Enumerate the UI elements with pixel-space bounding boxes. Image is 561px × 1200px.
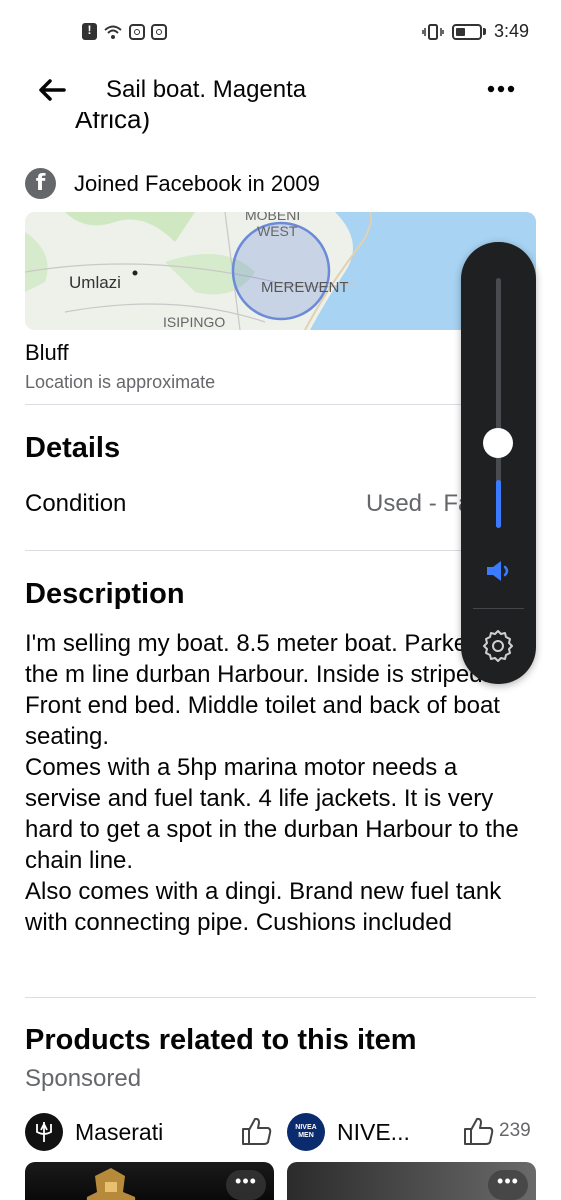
more-horizontal-icon [487,85,515,93]
product-card-nivea[interactable]: NIVEA MEN NIVE... 239 ••• [287,1110,537,1200]
location-map[interactable]: MOBENI WEST MEREWENT Umlazi ISIPINGO [25,212,536,330]
instagram-icon [151,23,167,40]
wifi-icon [104,25,122,39]
divider [25,550,536,551]
back-button[interactable] [30,72,74,108]
map-label-merewent: MEREWENT [261,279,349,296]
back-arrow-icon [39,79,66,101]
description-title: Description [25,578,185,610]
details-title: Details [25,432,121,464]
page-title: Sail boat. Magenta [106,76,307,103]
status-time: 3:49 [493,21,529,41]
gear-icon[interactable] [480,628,516,664]
instagram-icon [129,23,145,40]
status-right: 3:49 [422,21,529,42]
app-header: Sail boat. Magenta [0,64,561,116]
brand-row: Maserati [25,1110,275,1154]
facebook-icon: f [25,168,56,199]
volume-slider-thumb[interactable] [483,428,513,458]
like-button[interactable] [241,1116,277,1146]
speaker-icon[interactable] [484,558,514,584]
location-name: Bluff [25,340,69,365]
condition-label: Condition [25,490,127,517]
divider [473,608,524,609]
more-horizontal-icon[interactable]: ••• [226,1170,266,1200]
volume-level [496,480,501,528]
related-products-title: Products related to this item [25,1024,417,1056]
divider [25,404,536,405]
status-left-icons: ! [82,23,167,40]
more-horizontal-icon[interactable]: ••• [488,1170,528,1200]
location-approximate-note: Location is approximate [25,372,216,392]
joined-text: Joined Facebook in 2009 [74,170,320,196]
product-image[interactable]: ••• [25,1162,274,1200]
like-count: 239 [499,1120,531,1141]
volume-slider[interactable] [496,278,501,528]
nivea-logo: NIVEA MEN [287,1113,325,1151]
alert-icon: ! [82,23,97,40]
status-bar: ! 3:49 [0,0,561,64]
divider [25,997,536,998]
product-card-maserati[interactable]: Maserati ••• [25,1110,275,1200]
description-text: I'm selling my boat. 8.5 meter boat. Par… [25,630,519,936]
brand-name: Maserati [75,1118,164,1145]
map-graphic: MOBENI WEST MEREWENT Umlazi ISIPINGO [25,212,536,330]
vibrate-icon [422,23,444,40]
like-button[interactable]: 239 [463,1116,531,1146]
map-label-mobeni: MOBENI [245,212,300,223]
joined-facebook-row: f Joined Facebook in 2009 [25,168,320,199]
more-options-button[interactable] [481,74,521,104]
map-label-umlazi: Umlazi [69,273,121,292]
thumbs-up-icon [242,1117,272,1145]
product-image[interactable]: ••• [287,1162,536,1200]
maserati-logo [25,1113,63,1151]
battery-icon [451,23,486,40]
brand-name: NIVE... [337,1118,410,1145]
volume-panel [461,242,536,684]
map-label-isipingo: ISIPINGO [163,314,225,330]
seller-location-text: Africa) [75,112,151,134]
thumbs-up-icon [464,1117,494,1145]
sponsored-label: Sponsored [25,1065,142,1092]
svg-text:WEST: WEST [257,223,298,239]
